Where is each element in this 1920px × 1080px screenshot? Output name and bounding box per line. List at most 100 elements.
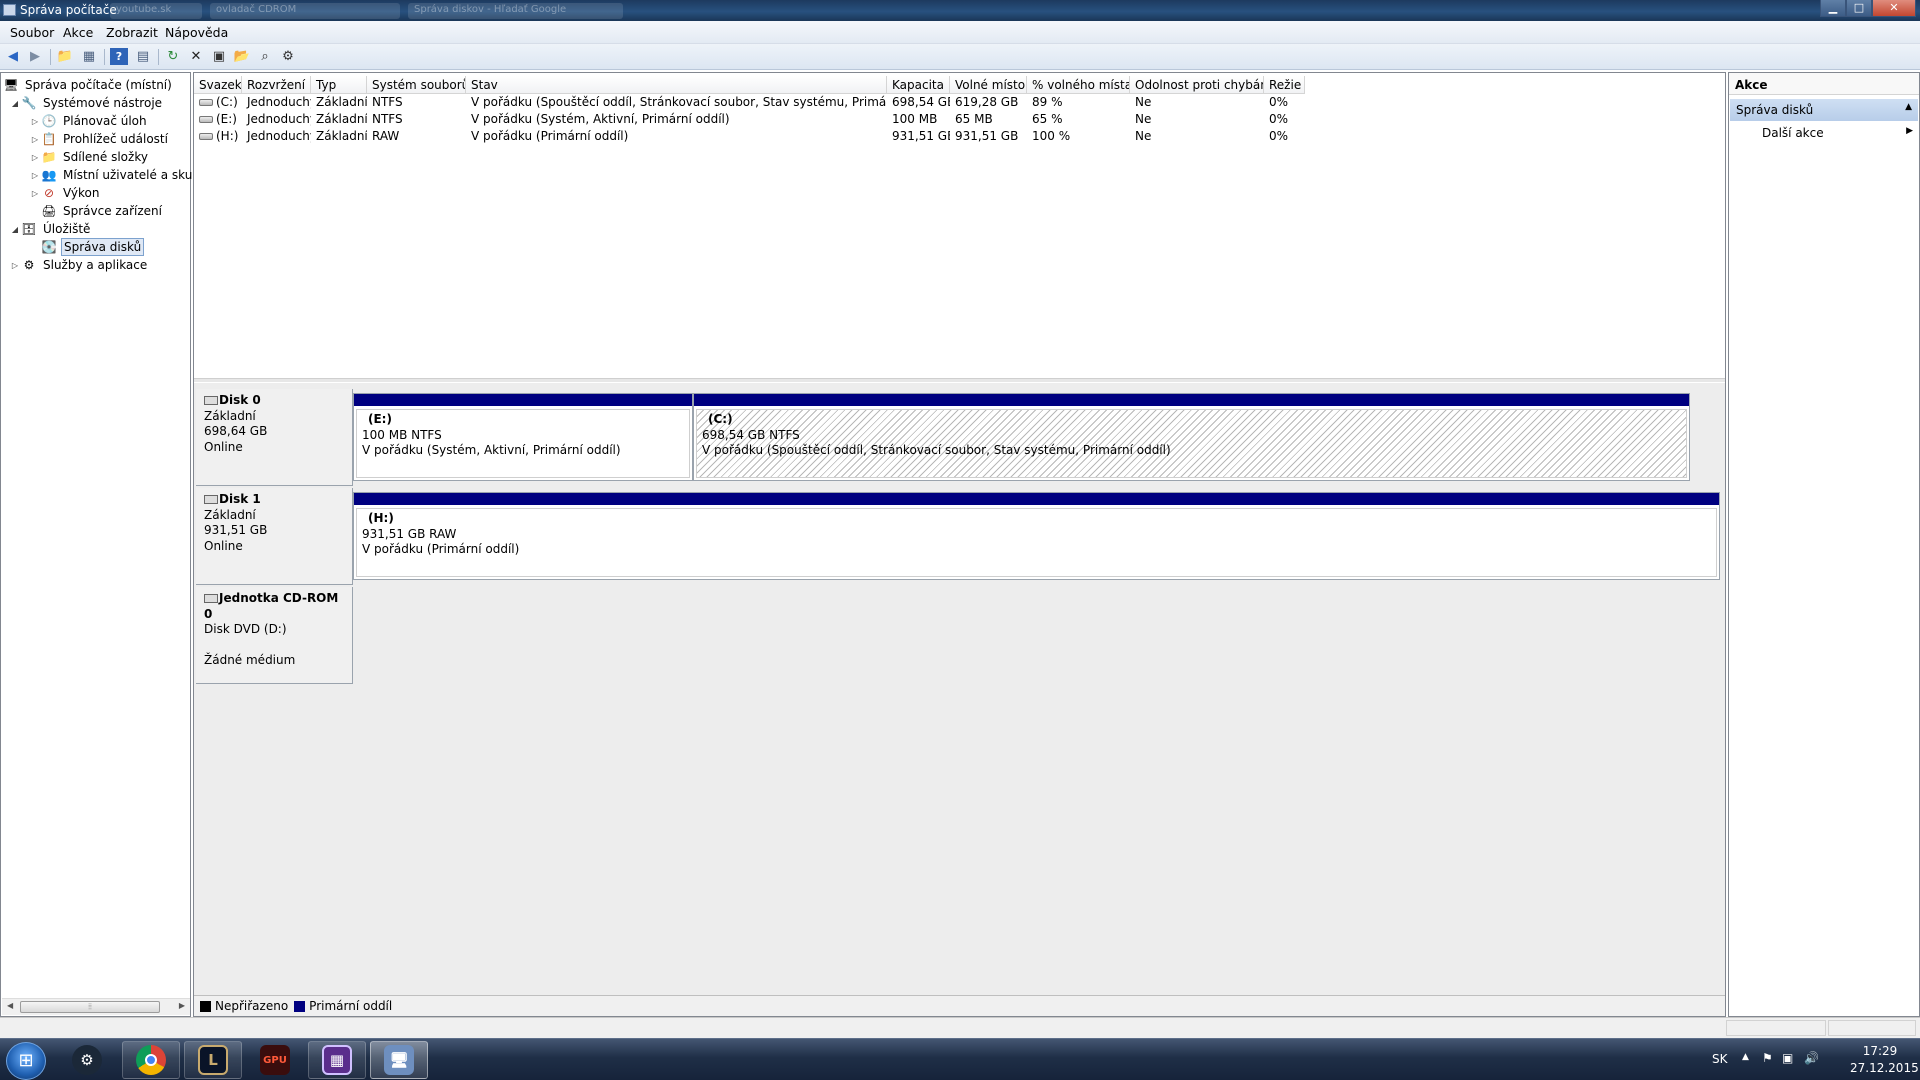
console-tree-icon[interactable]: ▦: [80, 48, 98, 65]
partition-e[interactable]: (E:) 100 MB NTFS V pořádku (Systém, Akti…: [353, 393, 693, 481]
up-folder-icon[interactable]: 📁: [56, 48, 74, 65]
tree-node-shared-folders[interactable]: ▷ 📁 Sdílené složky: [29, 148, 150, 166]
table-cell: RAW: [372, 129, 400, 143]
properties-icon[interactable]: ▣: [210, 48, 228, 65]
clock-time[interactable]: 17:29: [1850, 1044, 1910, 1058]
taskbar-league[interactable]: L: [184, 1041, 242, 1079]
disk-status: Online: [204, 439, 243, 454]
refresh-icon[interactable]: ↻: [164, 48, 182, 65]
column-header-status[interactable]: Stav: [466, 76, 887, 94]
table-cell: 100 %: [1032, 129, 1071, 143]
column-header-percent-free[interactable]: % volného místa: [1027, 76, 1130, 94]
column-header-overhead[interactable]: Režie: [1264, 76, 1305, 94]
volume-icon[interactable]: 🔊: [1804, 1051, 1819, 1065]
tree-node-system-tools[interactable]: ◢ 🔧 Systémové nástroje: [9, 94, 164, 112]
clock-date[interactable]: 27.12.2015: [1850, 1061, 1919, 1075]
collapsed-arrow-icon[interactable]: ▷: [29, 153, 41, 162]
column-header-fault-tolerance[interactable]: Odolnost proti chybám: [1130, 76, 1264, 94]
forward-arrow-icon[interactable]: ▶: [26, 48, 44, 65]
taskbar-steam[interactable]: ⚙: [58, 1041, 116, 1079]
column-header-filesystem[interactable]: Systém souborů: [367, 76, 466, 94]
tree-node-disk-management[interactable]: 💽 Správa disků: [41, 238, 145, 256]
services-icon: ⚙: [23, 258, 35, 272]
expanded-arrow-icon[interactable]: ◢: [9, 99, 21, 108]
expanded-arrow-icon[interactable]: ◢: [9, 225, 21, 234]
tree-node-services[interactable]: ▷ ⚙ Služby a aplikace: [9, 256, 149, 274]
table-cell: Jednoduchý: [247, 95, 311, 109]
menu-file[interactable]: Soubor: [10, 25, 54, 40]
column-header-volume[interactable]: Svazek: [194, 76, 242, 94]
tree-node-local-users[interactable]: ▷ 👥 Místní uživatelé a skupiny: [29, 166, 220, 184]
action-center-flag-icon[interactable]: ⚑: [1762, 1051, 1773, 1065]
primary-partition-bar: [694, 394, 1689, 406]
properties-pane-icon[interactable]: ▤: [134, 48, 152, 65]
collapsed-arrow-icon[interactable]: ▷: [29, 171, 41, 180]
actions-pane: Akce Správa disků ▲ Další akce ▶: [1728, 72, 1920, 1017]
tree-node-performance[interactable]: ▷ ⊘ Výkon: [29, 184, 101, 202]
settings-icon[interactable]: ⚙: [279, 48, 297, 65]
delete-icon[interactable]: ✕: [187, 48, 205, 65]
tree-node-root[interactable]: 🖥 Správa počítače (místní): [3, 76, 174, 94]
collapse-arrow-icon[interactable]: ▲: [1905, 102, 1912, 112]
tree-horizontal-scrollbar[interactable]: ◀ ⦙⦙ ▶: [2, 998, 190, 1015]
back-arrow-icon[interactable]: ◀: [4, 48, 22, 65]
table-cell: Ne: [1135, 129, 1152, 143]
hard-disk-icon: [204, 495, 218, 504]
tree-node-device-manager[interactable]: 🖨 Správce zařízení: [41, 202, 164, 220]
start-button[interactable]: ⊞: [6, 1042, 46, 1080]
column-header-free-space[interactable]: Volné místo: [950, 76, 1027, 94]
table-cell: 100 MB: [892, 112, 938, 126]
show-hidden-icons-icon[interactable]: ▲: [1742, 1052, 1749, 1062]
open-folder-icon[interactable]: 📂: [233, 48, 251, 65]
scroll-left-icon[interactable]: ◀: [7, 1001, 13, 1010]
more-actions-item[interactable]: Další akce ▶: [1730, 123, 1918, 143]
column-header-capacity[interactable]: Kapacita: [887, 76, 950, 94]
collapsed-arrow-icon[interactable]: ▷: [29, 189, 41, 198]
collapsed-arrow-icon[interactable]: ▷: [29, 117, 41, 126]
actions-section-disk-management[interactable]: Správa disků ▲: [1730, 99, 1918, 121]
pane-splitter[interactable]: [194, 378, 1725, 382]
disk-1-info[interactable]: Disk 1 Základní 931,51 GB Online: [196, 488, 353, 585]
partition-c[interactable]: (C:) 698,54 GB NTFS V pořádku (Spouštěcí…: [693, 393, 1690, 481]
volume-icon: [199, 99, 213, 106]
cpu-z-icon: ▦: [322, 1045, 352, 1075]
taskbar-chrome[interactable]: [122, 1041, 180, 1079]
tree-node-task-scheduler[interactable]: ▷ 🕒 Plánovač úloh: [29, 112, 149, 130]
minimize-button[interactable]: ▁: [1820, 0, 1846, 17]
taskbar-gpu-tweak[interactable]: GPU: [246, 1041, 304, 1079]
league-icon: L: [198, 1045, 228, 1075]
help-icon[interactable]: ?: [110, 48, 128, 65]
scroll-thumb[interactable]: ⦙⦙: [20, 1001, 160, 1013]
menu-view[interactable]: Zobrazit: [106, 25, 158, 40]
partition-h[interactable]: (H:) 931,51 GB RAW V pořádku (Primární o…: [353, 492, 1720, 580]
table-cell: 89 %: [1032, 95, 1063, 109]
menu-action[interactable]: Akce: [63, 25, 93, 40]
background-tab: youtube.sk: [110, 3, 202, 19]
disk-0-info[interactable]: Disk 0 Základní 698,64 GB Online: [196, 389, 353, 486]
taskbar-computer-management[interactable]: 🖥: [370, 1041, 428, 1079]
language-indicator[interactable]: SK: [1712, 1052, 1728, 1066]
collapsed-arrow-icon[interactable]: ▷: [9, 261, 21, 270]
partition-state: V pořádku (Systém, Aktivní, Primární odd…: [362, 443, 621, 457]
taskbar: ⊞ ⚙ L GPU ▦ 🖥 SK ▲ ⚑ ▣ 🔊 17:29 27.12.201…: [0, 1038, 1920, 1080]
scroll-right-icon[interactable]: ▶: [179, 1001, 185, 1010]
partition-state: V pořádku (Spouštěcí oddíl, Stránkovací …: [702, 443, 1171, 457]
partition-name: (E:): [368, 412, 392, 426]
tree-node-storage[interactable]: ◢ 🗄 Úložiště: [9, 220, 92, 238]
network-icon[interactable]: ▣: [1782, 1051, 1793, 1065]
close-button[interactable]: ✕: [1872, 0, 1916, 17]
tree-node-event-viewer[interactable]: ▷ 📋 Prohlížeč událostí: [29, 130, 170, 148]
taskbar-cpuz[interactable]: ▦: [308, 1041, 366, 1079]
table-cell: Jednoduchý: [247, 112, 311, 126]
column-header-layout[interactable]: Rozvržení: [242, 76, 311, 94]
search-icon[interactable]: ⌕: [256, 48, 274, 65]
table-cell: 65 MB: [955, 112, 993, 126]
cdrom-0-info[interactable]: Jednotka CD-ROM 0 Disk DVD (D:) Žádné mé…: [196, 587, 353, 684]
device-manager-icon: 🖨: [41, 204, 57, 218]
status-bar: [0, 1017, 1920, 1038]
volume-icon: [199, 133, 213, 140]
menu-help[interactable]: Nápověda: [165, 25, 228, 40]
collapsed-arrow-icon[interactable]: ▷: [29, 135, 41, 144]
maximize-button[interactable]: □: [1846, 0, 1872, 17]
column-header-type[interactable]: Typ: [311, 76, 367, 94]
